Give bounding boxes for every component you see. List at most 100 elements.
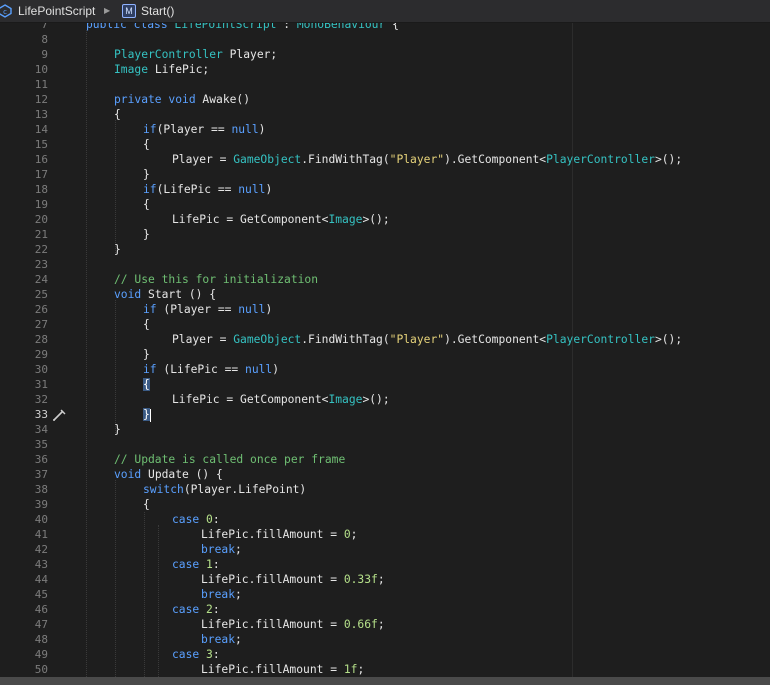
method-icon: M bbox=[122, 4, 136, 18]
code-line[interactable]: 25 void Start () { bbox=[0, 287, 770, 302]
line-number: 12 bbox=[34, 93, 48, 106]
edit-pencil-icon[interactable] bbox=[52, 409, 66, 421]
code-line[interactable]: 50 LifePic.fillAmount = 1f; bbox=[0, 662, 770, 677]
line-number: 14 bbox=[34, 123, 48, 136]
code-line[interactable]: 21 } bbox=[0, 227, 770, 242]
code-line[interactable]: 18 if(LifePic == null) bbox=[0, 182, 770, 197]
code-line[interactable]: 19 { bbox=[0, 197, 770, 212]
code-line[interactable]: 39 { bbox=[0, 497, 770, 512]
code-text: LifePic.fillAmount = 0; bbox=[201, 528, 358, 541]
code-line[interactable]: 42 break; bbox=[0, 542, 770, 557]
line-number: 33 bbox=[34, 408, 48, 421]
line-number: 9 bbox=[41, 48, 48, 61]
line-number: 8 bbox=[41, 33, 48, 46]
code-line[interactable]: 28 Player = GameObject.FindWithTag("Play… bbox=[0, 332, 770, 347]
code-line[interactable]: 31 { bbox=[0, 377, 770, 392]
code-line[interactable]: 23 bbox=[0, 257, 770, 272]
code-text: } bbox=[114, 243, 121, 256]
code-text: LifePic = GetComponent<Image>(); bbox=[172, 213, 390, 226]
line-number: 22 bbox=[34, 243, 48, 256]
line-number: 26 bbox=[34, 303, 48, 316]
code-text: break; bbox=[201, 588, 242, 601]
line-number: 38 bbox=[34, 483, 48, 496]
line-number: 28 bbox=[34, 333, 48, 346]
code-line[interactable]: 16 Player = GameObject.FindWithTag("Play… bbox=[0, 152, 770, 167]
code-line[interactable]: 34 } bbox=[0, 422, 770, 437]
code-line[interactable]: 11 bbox=[0, 77, 770, 92]
code-line[interactable]: 47 LifePic.fillAmount = 0.66f; bbox=[0, 617, 770, 632]
code-text: } bbox=[143, 348, 150, 361]
line-number: 49 bbox=[34, 648, 48, 661]
code-line[interactable]: 8 bbox=[0, 32, 770, 47]
code-line[interactable]: 9 PlayerController Player; bbox=[0, 47, 770, 62]
code-text: Image LifePic; bbox=[114, 63, 210, 76]
code-line[interactable]: 45 break; bbox=[0, 587, 770, 602]
current-code-line[interactable]: 33 } bbox=[0, 407, 770, 422]
code-line[interactable]: 49 case 3: bbox=[0, 647, 770, 662]
code-text: PlayerController Player; bbox=[114, 48, 278, 61]
line-number: 44 bbox=[34, 573, 48, 586]
code-text: } bbox=[143, 168, 150, 181]
code-line[interactable]: 37 void Update () { bbox=[0, 467, 770, 482]
code-line[interactable]: 29 } bbox=[0, 347, 770, 362]
line-number: 43 bbox=[34, 558, 48, 571]
code-line[interactable]: 14 if(Player == null) bbox=[0, 122, 770, 137]
code-line[interactable]: 38 switch(Player.LifePoint) bbox=[0, 482, 770, 497]
code-line[interactable]: 40 case 0: bbox=[0, 512, 770, 527]
code-text: case 0: bbox=[172, 513, 220, 526]
bracket-match-highlight: } bbox=[143, 408, 150, 421]
code-line[interactable]: 26 if (Player == null) bbox=[0, 302, 770, 317]
code-line[interactable]: 15 { bbox=[0, 137, 770, 152]
code-comment: // Use this for initialization bbox=[114, 273, 319, 286]
code-text: case 1: bbox=[172, 558, 220, 571]
code-line[interactable]: 32 LifePic = GetComponent<Image>(); bbox=[0, 392, 770, 407]
line-number: 17 bbox=[34, 168, 48, 181]
code-text: { bbox=[143, 498, 150, 511]
code-line[interactable]: 35 bbox=[0, 437, 770, 452]
code-line[interactable]: 36 // Update is called once per frame bbox=[0, 452, 770, 467]
horizontal-scrollbar[interactable] bbox=[0, 677, 770, 685]
code-text: LifePic.fillAmount = 1f; bbox=[201, 663, 365, 676]
breadcrumb-method[interactable]: Start() bbox=[141, 3, 174, 19]
code-line[interactable]: 12 private void Awake() bbox=[0, 92, 770, 107]
code-text: { bbox=[143, 377, 150, 392]
method-badge-label: M bbox=[125, 6, 133, 16]
code-line[interactable]: 30 if (LifePic == null) bbox=[0, 362, 770, 377]
code-text: { bbox=[114, 108, 121, 121]
code-line[interactable]: 10 Image LifePic; bbox=[0, 62, 770, 77]
line-number: 30 bbox=[34, 363, 48, 376]
code-text: } bbox=[114, 423, 121, 436]
code-text: Player = GameObject.FindWithTag("Player"… bbox=[172, 333, 683, 346]
chevron-right-icon: ▶ bbox=[104, 6, 111, 15]
line-number: 34 bbox=[34, 423, 48, 436]
breadcrumb-file[interactable]: LifePointScript bbox=[18, 3, 95, 19]
csharp-file-icon[interactable]: c bbox=[0, 4, 12, 18]
code-text: break; bbox=[201, 633, 242, 646]
line-number: 20 bbox=[34, 213, 48, 226]
code-line[interactable]: 22 } bbox=[0, 242, 770, 257]
code-text: switch(Player.LifePoint) bbox=[143, 483, 307, 496]
code-line[interactable]: 46 case 2: bbox=[0, 602, 770, 617]
code-editor[interactable]: 7 public class LifePointScript : MonoBeh… bbox=[0, 0, 770, 677]
code-text: case 2: bbox=[172, 603, 220, 616]
code-line[interactable]: 48 break; bbox=[0, 632, 770, 647]
bracket-match-highlight: { bbox=[143, 378, 150, 391]
code-line[interactable]: 24 // Use this for initialization bbox=[0, 272, 770, 287]
code-line[interactable]: 43 case 1: bbox=[0, 557, 770, 572]
svg-text:c: c bbox=[3, 8, 7, 16]
code-line[interactable]: 27 { bbox=[0, 317, 770, 332]
line-number: 45 bbox=[34, 588, 48, 601]
code-text: if (LifePic == null) bbox=[143, 363, 280, 376]
code-text: { bbox=[143, 198, 150, 211]
code-line[interactable]: 20 LifePic = GetComponent<Image>(); bbox=[0, 212, 770, 227]
line-number: 24 bbox=[34, 273, 48, 286]
code-text: LifePic.fillAmount = 0.33f; bbox=[201, 573, 385, 586]
code-line[interactable]: 17 } bbox=[0, 167, 770, 182]
line-number: 25 bbox=[34, 288, 48, 301]
code-line[interactable]: 41 LifePic.fillAmount = 0; bbox=[0, 527, 770, 542]
code-text: { bbox=[143, 318, 150, 331]
line-number: 50 bbox=[34, 663, 48, 676]
code-line[interactable]: 44 LifePic.fillAmount = 0.33f; bbox=[0, 572, 770, 587]
code-line[interactable]: 13 { bbox=[0, 107, 770, 122]
line-number: 23 bbox=[34, 258, 48, 271]
